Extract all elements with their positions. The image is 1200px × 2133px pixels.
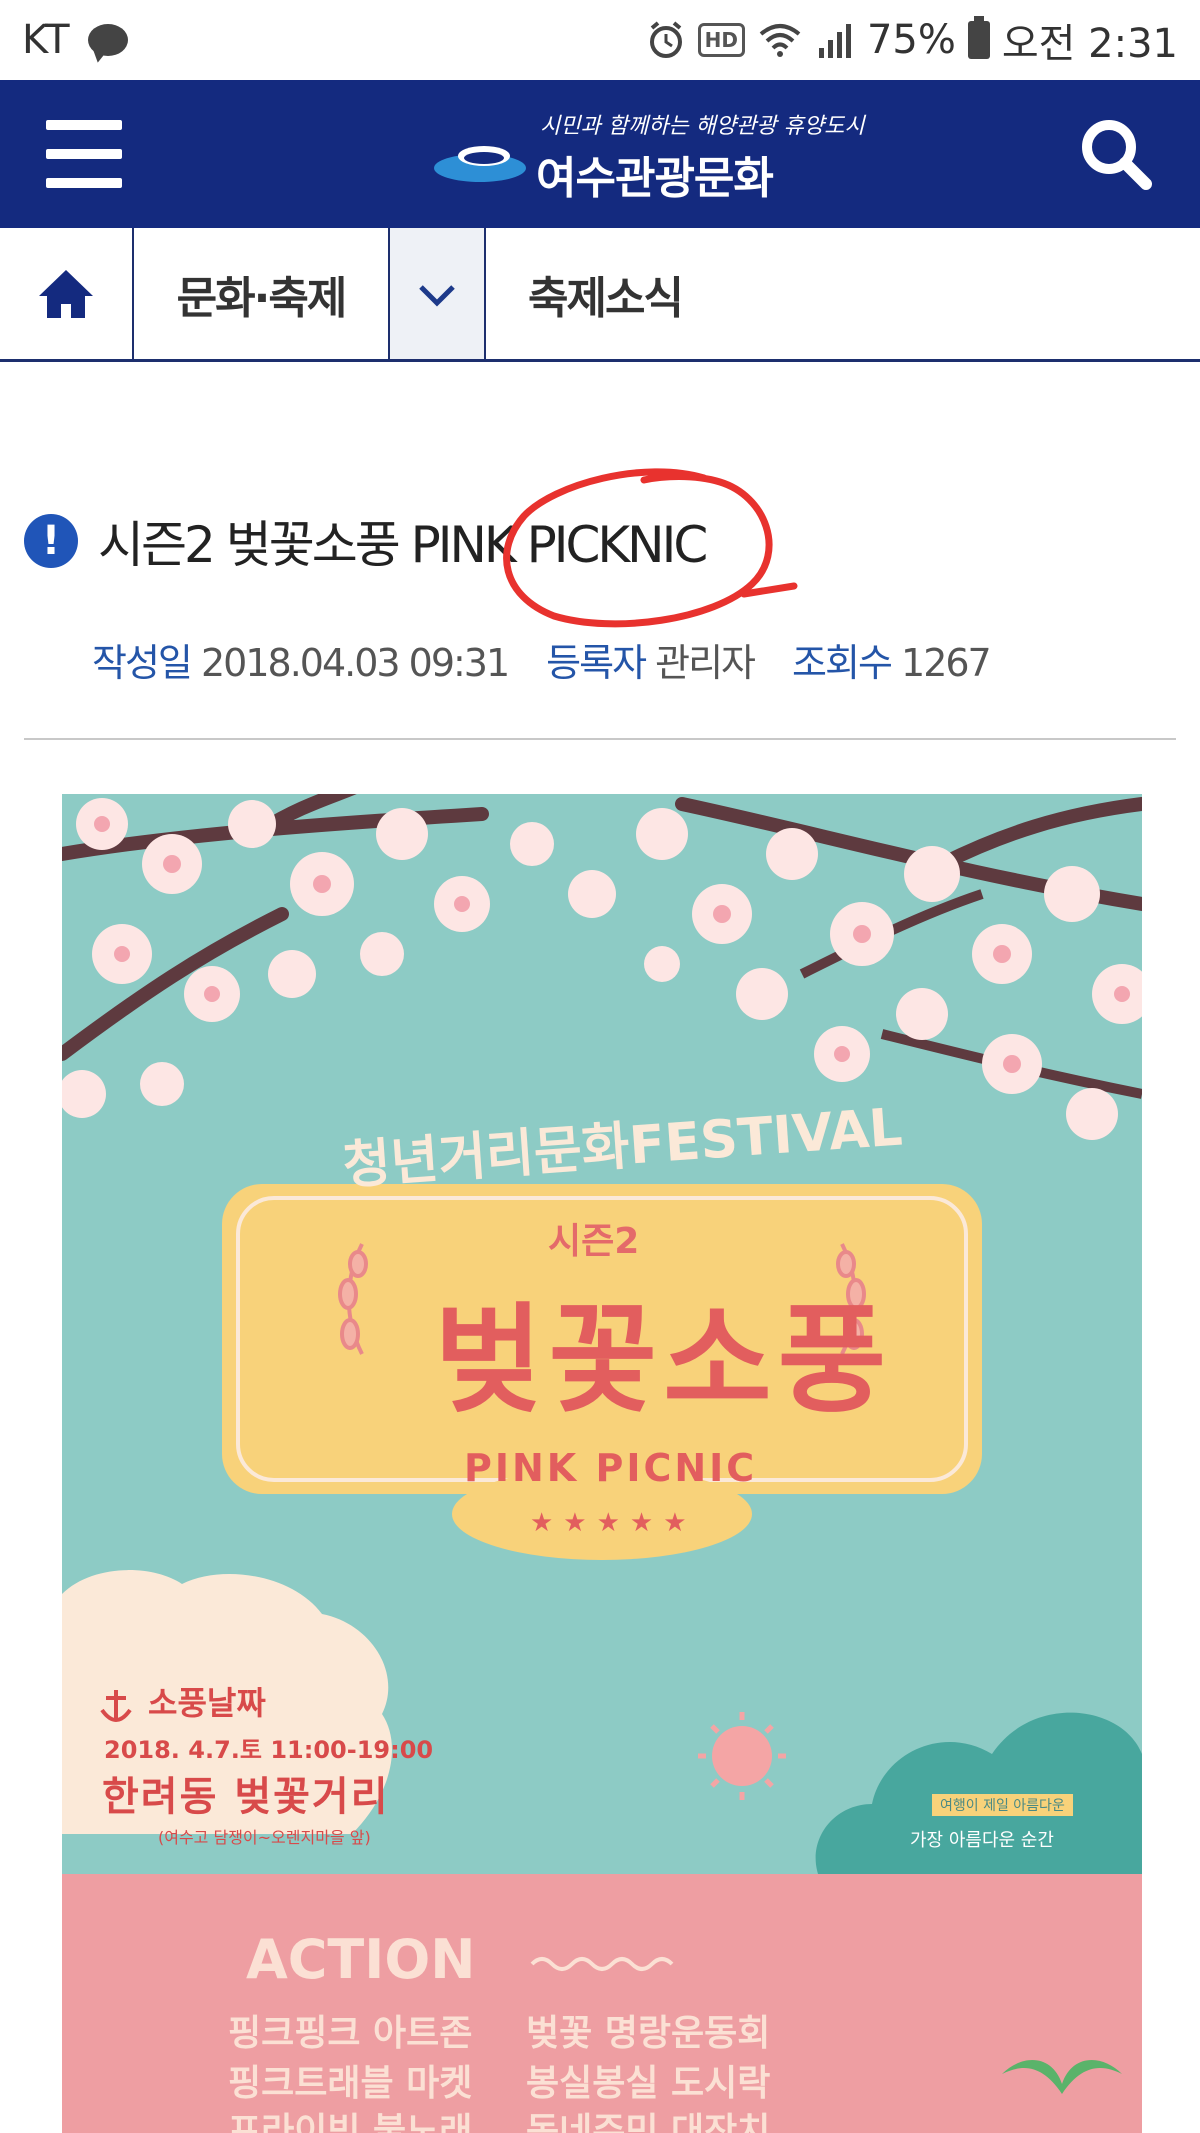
battery-percent: 75% xyxy=(866,17,956,63)
post-meta: 작성일 2018.04.03 09:31 등록자 관리자 조회수 1267 xyxy=(92,632,992,687)
hamburger-menu-icon[interactable] xyxy=(46,116,122,192)
poster-action-item: 핑크핑크 아트존 xyxy=(228,2013,473,2054)
home-icon xyxy=(39,269,93,318)
status-bar: KT HD 75% 오전 2:31 xyxy=(0,0,1200,80)
search-icon[interactable] xyxy=(1076,114,1156,194)
poster-main-title: 벚꽃소풍 xyxy=(434,1291,893,1429)
views-label: 조회수 xyxy=(792,641,893,685)
wifi-icon xyxy=(757,20,803,60)
clock: 오전 2:31 xyxy=(1001,21,1178,67)
logo-tagline: 시민과 함께하는 해양관광 휴양도시 xyxy=(540,114,865,139)
date-value: 2018.04.03 09:31 xyxy=(200,641,510,685)
poster-stars: ★★★★★ xyxy=(530,1508,697,1538)
poster-date-time: 2018. 4.7.토 11:00-19:00 xyxy=(104,1736,434,1764)
breadcrumb-current[interactable]: 축제소식 xyxy=(486,228,1200,359)
post-title-row: ! 시즌2 벚꽃소풍 PINK PICKNIC xyxy=(24,505,708,577)
site-logo[interactable]: 시민과 함께하는 해양관광 휴양도시 여수관광문화 xyxy=(432,102,865,206)
poster-action-title: ACTION xyxy=(246,1928,476,1991)
poster-action-item: 벚꽃 명랑운동회 xyxy=(526,2013,771,2054)
chat-notification-icon xyxy=(87,24,128,56)
battery-icon xyxy=(967,16,990,59)
post-title: 시즌2 벚꽃소풍 PINK PICKNIC xyxy=(98,516,708,574)
chevron-down-icon xyxy=(419,284,455,307)
breadcrumb-category[interactable]: 문화·축제 xyxy=(134,228,390,359)
breadcrumb-dropdown-button[interactable] xyxy=(390,228,486,359)
site-header: 시민과 함께하는 해양관광 휴양도시 여수관광문화 xyxy=(0,80,1200,228)
poster-action-item: 프라이빗 불노래 xyxy=(228,2111,473,2133)
poster-season-text: 시즌2 xyxy=(548,1221,640,1262)
carrier-label: KT xyxy=(22,17,70,63)
divider xyxy=(24,738,1176,740)
poster-when-label: 소풍날짜 xyxy=(148,1684,266,1722)
author-value: 관리자 xyxy=(655,641,756,685)
poster-cloud-text: 가장 아름다운 순간 xyxy=(910,1830,1054,1851)
alarm-icon xyxy=(646,20,686,60)
author-label: 등록자 xyxy=(546,641,647,685)
poster-address: (여수고 담쟁이~오렌지마을 앞) xyxy=(158,1828,371,1847)
poster-place: 한려동 벚꽃거리 xyxy=(102,1774,390,1820)
poster-cloud-tag: 여행이 제일 아름다운 xyxy=(932,1794,1073,1816)
logo-wave-icon xyxy=(434,146,526,182)
logo-text: 여수관광문화 xyxy=(536,153,774,204)
hd-voice-icon: HD xyxy=(697,23,745,57)
exclamation-icon: ! xyxy=(24,514,78,568)
signal-icon xyxy=(815,20,855,60)
poster-subtitle: PINK PICNIC xyxy=(464,1446,758,1490)
home-button[interactable] xyxy=(0,228,134,359)
views-value: 1267 xyxy=(901,641,992,685)
breadcrumb: 문화·축제 축제소식 xyxy=(0,228,1200,362)
poster-action-item: 핑크트래블 마켓 xyxy=(228,2063,473,2104)
date-label: 작성일 xyxy=(92,641,193,685)
festival-poster-image: 청년거리문화FESTIVAL 시즌2 벚꽃소풍 PINK PICNIC ★★★★… xyxy=(62,794,1142,2133)
poster-action-item: 동네주민 대잔치 xyxy=(526,2111,771,2133)
poster-action-item: 봉실봉실 도시락 xyxy=(526,2063,771,2104)
